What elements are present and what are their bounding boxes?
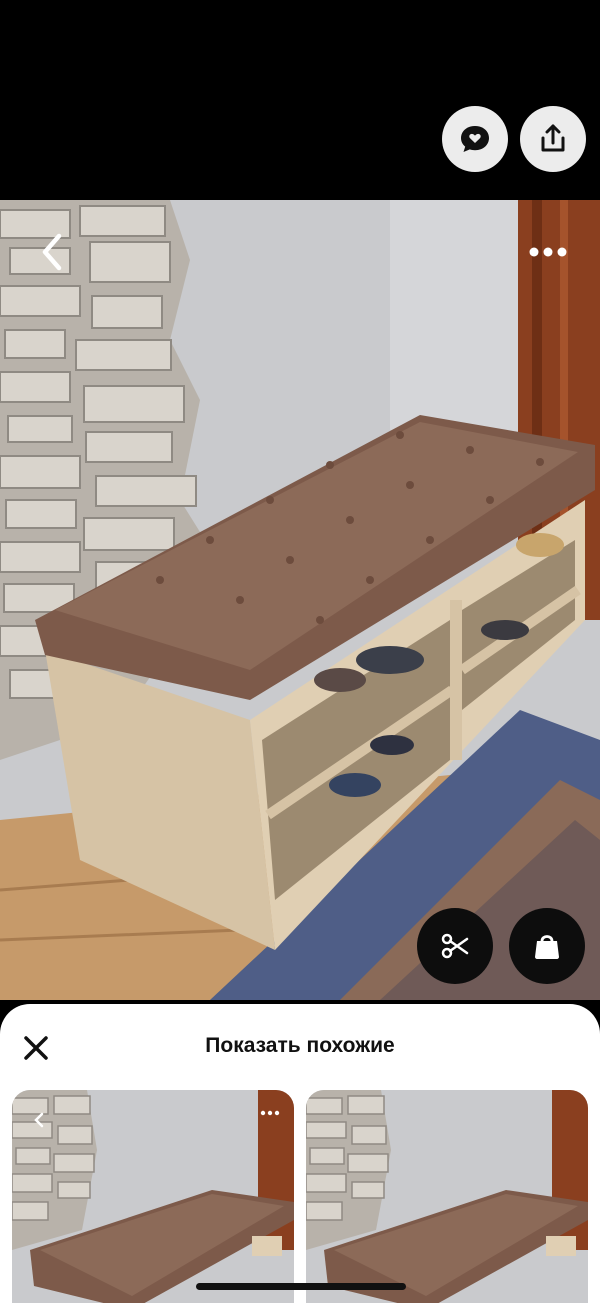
- similar-item-thumbnail[interactable]: [12, 1090, 294, 1303]
- speech-bubble-heart-icon: [461, 126, 489, 152]
- comment-button[interactable]: [442, 106, 508, 172]
- sheet-title: Показать похожие: [205, 1034, 395, 1057]
- product-photo[interactable]: [0, 200, 600, 1000]
- chevron-left-icon: [42, 233, 62, 271]
- top-bar: [0, 0, 600, 200]
- shop-button[interactable]: [509, 908, 585, 984]
- ellipsis-icon: [529, 247, 567, 257]
- shopping-bag-icon: [535, 935, 559, 959]
- visual-search-button[interactable]: [417, 908, 493, 984]
- scissors-icon: [441, 933, 469, 959]
- similar-items-sheet: Показать похожие: [0, 1004, 600, 1303]
- similar-item-thumbnail[interactable]: [306, 1090, 588, 1303]
- back-button[interactable]: [28, 228, 76, 276]
- more-options-button[interactable]: [520, 232, 576, 272]
- home-indicator[interactable]: [196, 1283, 406, 1290]
- ellipsis-icon: [260, 1110, 280, 1116]
- share-upload-icon: [541, 124, 565, 152]
- share-button[interactable]: [520, 106, 586, 172]
